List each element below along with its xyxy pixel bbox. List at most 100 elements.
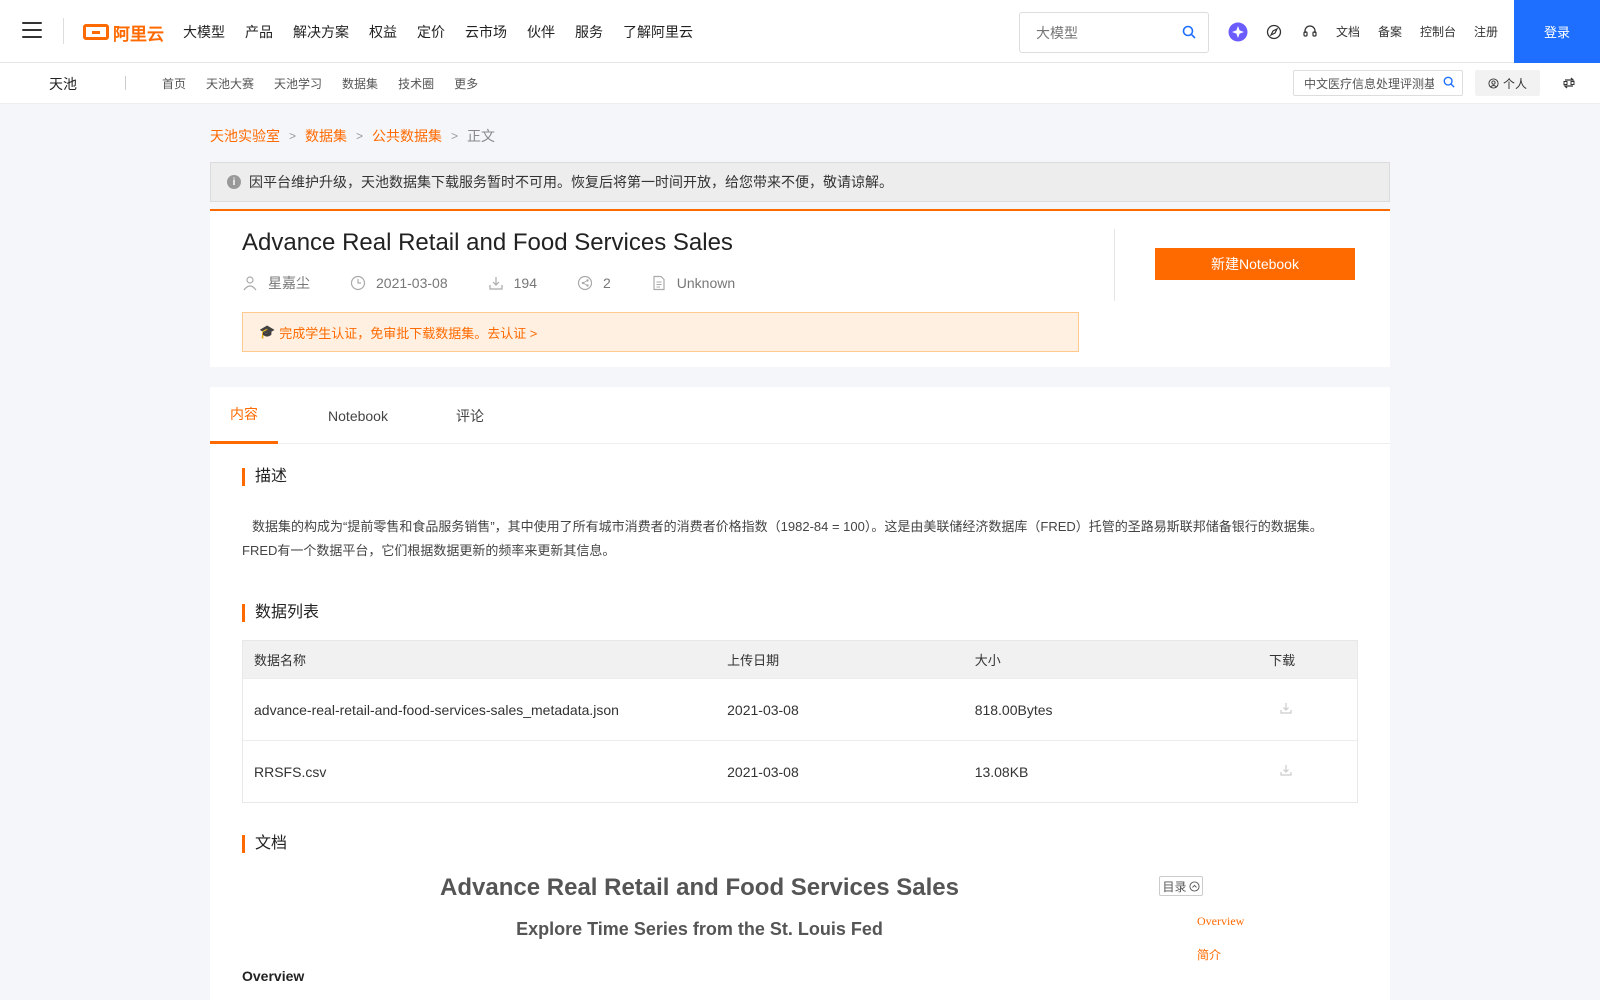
description-text: 数据集的构成为“提前零售和食品服务销售”，其中使用了所有城市消费者的消费者价格指… — [242, 519, 1323, 558]
toc-toggle-button[interactable]: 目录 — [1159, 876, 1203, 896]
global-search — [1019, 12, 1209, 53]
link-docs[interactable]: 文档 — [1336, 23, 1360, 40]
content-tabs: 内容 Notebook 评论 — [210, 387, 1390, 444]
file-date: 2021-03-08 — [727, 763, 799, 780]
menu-item-solutions[interactable]: 解决方案 — [293, 22, 349, 42]
student-cert-banner[interactable]: 🎓 完成学生认证，免审批下载数据集。去认证 > — [242, 312, 1079, 352]
col-download: 下载 — [1269, 653, 1296, 668]
meta-downloads: 194 — [488, 275, 537, 291]
tab-notebook[interactable]: Notebook — [323, 387, 393, 444]
maintenance-notice: i 因平台维护升级，天池数据集下载服务暂时不可用。恢复后将第一时间开放，给您带来… — [210, 162, 1390, 202]
publish-date: 2021-03-08 — [376, 275, 448, 291]
info-icon: i — [227, 175, 241, 189]
ai-assistant-icon[interactable] — [1228, 22, 1248, 42]
tianchi-subnav: 天池 首页 天池大赛 天池学习 数据集 技术圈 更多 个人 — [0, 63, 1600, 104]
meta-author: 星嘉尘 — [242, 273, 310, 293]
divider — [63, 18, 64, 44]
user-icon — [243, 276, 257, 291]
dataset-meta: 星嘉尘 2021-03-08 194 2 Unknown — [242, 273, 775, 293]
breadcrumb-current: 正文 — [467, 128, 496, 144]
description-heading: 描述 — [242, 468, 287, 486]
menu-item-marketplace[interactable]: 云市场 — [465, 22, 507, 42]
doc-subtitle: Explore Time Series from the St. Louis F… — [516, 919, 883, 939]
top-right-tools: 文档 备案 控制台 注册 — [1228, 0, 1516, 63]
graduation-cap-icon: 🎓 — [259, 324, 276, 339]
subnav-home[interactable]: 首页 — [162, 75, 186, 92]
doc-overview-heading: Overview — [242, 968, 305, 984]
col-name: 数据名称 — [254, 653, 307, 668]
file-name: RRSFS.csv — [254, 763, 327, 780]
share-icon — [577, 275, 593, 291]
link-register[interactable]: 注册 — [1474, 23, 1498, 40]
tianchi-search — [1293, 70, 1463, 96]
subnav-links: 首页 天池大赛 天池学习 数据集 技术圈 更多 — [162, 63, 498, 104]
menu-item-models[interactable]: 大模型 — [183, 22, 225, 42]
link-filing[interactable]: 备案 — [1378, 23, 1402, 40]
personal-label: 个人 — [1502, 76, 1527, 91]
logo-text: 阿里云 — [113, 24, 164, 44]
menu-item-products[interactable]: 产品 — [245, 22, 273, 42]
tianchi-brand[interactable]: 天池 — [49, 74, 77, 94]
file-name: advance-real-retail-and-food-services-sa… — [254, 701, 619, 718]
toc-item-intro[interactable]: 简介 — [1197, 946, 1221, 963]
col-size: 大小 — [974, 653, 1001, 668]
table-header: 数据名称 上传日期 大小 下载 — [243, 641, 1357, 678]
dataset-title: Advance Real Retail and Food Services Sa… — [242, 229, 733, 256]
breadcrumb-public-datasets[interactable]: 公共数据集 — [372, 126, 442, 146]
link-console[interactable]: 控制台 — [1420, 23, 1456, 40]
compass-icon[interactable] — [1264, 22, 1284, 42]
meta-license: Unknown — [651, 275, 735, 291]
cert-text[interactable]: 完成学生认证，免审批下载数据集。去认证 > — [279, 323, 537, 342]
subnav-datasets[interactable]: 数据集 — [342, 75, 378, 92]
tab-comments[interactable]: 评论 — [450, 387, 490, 444]
download-icon[interactable] — [1279, 701, 1293, 718]
subnav-tech-circle[interactable]: 技术圈 — [398, 75, 434, 92]
download-count: 194 — [513, 275, 537, 291]
chevron-right-icon: > — [289, 129, 297, 143]
breadcrumb-datasets[interactable]: 数据集 — [305, 126, 347, 146]
menu-item-services[interactable]: 服务 — [575, 22, 603, 42]
menu-item-partners[interactable]: 伙伴 — [527, 22, 555, 42]
login-button[interactable]: 登录 — [1514, 0, 1600, 63]
global-search-input[interactable] — [1020, 13, 1170, 52]
headset-icon[interactable] — [1300, 22, 1320, 42]
document-icon — [653, 275, 665, 291]
doc-title: Advance Real Retail and Food Services Sa… — [440, 874, 959, 901]
subnav-more[interactable]: 更多 — [454, 75, 478, 92]
new-notebook-button[interactable]: 新建Notebook — [1155, 248, 1355, 280]
personal-button[interactable]: 个人 — [1475, 70, 1540, 96]
menu-item-pricing[interactable]: 定价 — [417, 22, 445, 42]
table-row: advance-real-retail-and-food-services-sa… — [243, 678, 1357, 740]
tab-content[interactable]: 内容 — [210, 387, 278, 444]
search-icon[interactable] — [1182, 25, 1196, 42]
aliyun-logo[interactable]: 阿里云 — [83, 20, 164, 44]
license-text: Unknown — [676, 275, 736, 291]
menu-item-about[interactable]: 了解阿里云 — [623, 22, 693, 42]
toc-label: 目录 — [1162, 879, 1187, 894]
divider — [125, 76, 126, 90]
hamburger-menu-icon[interactable] — [22, 22, 42, 40]
download-count-icon — [489, 277, 503, 290]
col-date: 上传日期 — [727, 653, 780, 668]
file-size: 818.00Bytes — [974, 701, 1053, 718]
menu-item-benefits[interactable]: 权益 — [369, 22, 397, 42]
author-name[interactable]: 星嘉尘 — [268, 273, 310, 293]
subnav-competitions[interactable]: 天池大赛 — [206, 75, 254, 92]
switch-icon[interactable] — [1562, 76, 1576, 90]
download-icon[interactable] — [1279, 763, 1293, 780]
meta-shares: 2 — [577, 275, 611, 291]
search-icon[interactable] — [1443, 76, 1455, 91]
subnav-learning[interactable]: 天池学习 — [274, 75, 322, 92]
breadcrumb-lab[interactable]: 天池实验室 — [210, 126, 280, 146]
dataset-header: Advance Real Retail and Food Services Sa… — [210, 209, 1390, 367]
breadcrumb: 天池实验室 > 数据集 > 公共数据集 > 正文 — [210, 126, 495, 146]
file-size: 13.08KB — [974, 763, 1029, 780]
main-menu: 大模型 产品 解决方案 权益 定价 云市场 伙伴 服务 了解阿里云 — [183, 0, 713, 63]
divider — [1114, 229, 1115, 301]
data-list-heading: 数据列表 — [242, 604, 319, 622]
share-count: 2 — [602, 275, 611, 291]
tianchi-search-input[interactable] — [1294, 71, 1434, 95]
toc-item-overview[interactable]: Overview — [1197, 914, 1244, 929]
table-row: RRSFS.csv 2021-03-08 13.08KB — [243, 740, 1357, 802]
dataset-content-panel: 内容 Notebook 评论 描述 数据集的构成为“提前零售和食品服务销售”，其… — [210, 387, 1390, 1000]
